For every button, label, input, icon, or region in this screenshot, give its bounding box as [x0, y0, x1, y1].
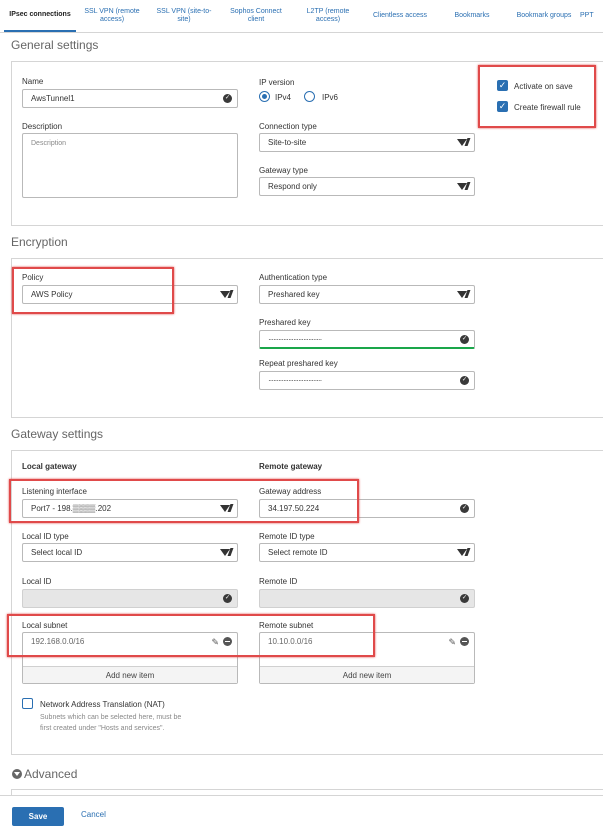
- name-field[interactable]: AwsTunnel1 ✓: [22, 89, 238, 108]
- add-new-item-button[interactable]: Add new item: [260, 666, 474, 683]
- general-settings-title: General settings: [11, 38, 99, 52]
- tab-bookmarks[interactable]: Bookmarks: [436, 0, 508, 32]
- check-icon: ✓: [460, 594, 469, 603]
- ipv6-label: IPv6: [322, 93, 339, 102]
- connection-type-label: Connection type: [259, 122, 317, 131]
- local-id-field[interactable]: ✓: [22, 589, 238, 608]
- auth-type-label: Authentication type: [259, 273, 328, 282]
- remote-id-type-select[interactable]: Select remote ID: [259, 543, 475, 562]
- nat-help-text: Subnets which can be selected here, must…: [40, 714, 182, 732]
- save-button[interactable]: Save: [12, 807, 64, 826]
- local-id-type-value: Select local ID: [31, 548, 83, 557]
- encryption-title: Encryption: [11, 235, 68, 249]
- psk-label: Preshared key: [259, 318, 311, 327]
- tab-ssl-vpn-site[interactable]: SSL VPN (site-to- site): [148, 0, 220, 32]
- ip-version-label: IP version: [259, 78, 295, 87]
- dropdown-icon: [457, 182, 469, 191]
- psk-field[interactable]: ································ ✓: [259, 330, 475, 349]
- tab-bar: IPsec connections SSL VPN (remote access…: [0, 0, 603, 33]
- tab-sophos-connect[interactable]: Sophos Connect client: [220, 0, 292, 32]
- local-id-type-label: Local ID type: [22, 532, 69, 541]
- gateway-type-value: Respond only: [268, 182, 317, 191]
- dropdown-icon: [457, 138, 469, 147]
- highlight-box-interface-address: [9, 479, 359, 523]
- tab-ipsec-connections[interactable]: IPsec connections: [4, 0, 76, 32]
- ipv4-radio[interactable]: [259, 91, 270, 102]
- tab-l2tp[interactable]: L2TP (remote access): [292, 0, 364, 32]
- highlight-box-policy: [12, 267, 174, 314]
- tab-bookmark-groups[interactable]: Bookmark groups: [508, 0, 580, 32]
- repeat-psk-label: Repeat preshared key: [259, 359, 338, 368]
- nat-label: Network Address Translation (NAT): [40, 700, 165, 709]
- repeat-psk-field[interactable]: ································ ✓: [259, 371, 475, 390]
- psk-value: ································: [268, 334, 322, 344]
- remove-icon[interactable]: [460, 637, 469, 646]
- gateway-type-label: Gateway type: [259, 166, 308, 175]
- connection-type-value: Site-to-site: [268, 138, 307, 147]
- local-gateway-heading: Local gateway: [22, 462, 77, 471]
- nat-checkbox[interactable]: [22, 698, 33, 709]
- description-field[interactable]: Description: [22, 133, 238, 198]
- local-id-type-select[interactable]: Select local ID: [22, 543, 238, 562]
- auth-type-select[interactable]: Preshared key: [259, 285, 475, 304]
- chevron-down-icon[interactable]: [12, 769, 22, 779]
- repeat-psk-value: ································: [268, 376, 322, 385]
- check-icon: ✓: [223, 594, 232, 603]
- remote-id-type-value: Select remote ID: [268, 548, 328, 557]
- cancel-button[interactable]: Cancel: [81, 810, 106, 819]
- name-label: Name: [22, 77, 44, 86]
- auth-type-value: Preshared key: [268, 290, 320, 299]
- remote-id-type-label: Remote ID type: [259, 532, 315, 541]
- remote-id-field[interactable]: ✓: [259, 589, 475, 608]
- dropdown-icon: [457, 290, 469, 299]
- gateway-settings-title: Gateway settings: [11, 427, 104, 441]
- dropdown-icon: [457, 548, 469, 557]
- ipv4-label: IPv4: [275, 93, 292, 102]
- check-icon: ✓: [460, 335, 469, 344]
- check-icon: ✓: [460, 504, 469, 513]
- connection-type-select[interactable]: Site-to-site: [259, 133, 475, 152]
- gateway-type-select[interactable]: Respond only: [259, 177, 475, 196]
- local-id-label: Local ID: [22, 577, 52, 586]
- footer-bar: Save Cancel: [0, 795, 603, 834]
- tab-clientless-access[interactable]: Clientless access: [364, 0, 436, 32]
- add-new-item-button[interactable]: Add new item: [23, 666, 237, 683]
- edit-pencil-icon[interactable]: ✎: [448, 637, 456, 648]
- highlight-box-subnets: [7, 614, 375, 657]
- remote-id-label: Remote ID: [259, 577, 298, 586]
- check-icon: ✓: [223, 94, 232, 103]
- tab-pptp[interactable]: PPT: [580, 0, 603, 32]
- remote-gateway-heading: Remote gateway: [259, 462, 323, 471]
- name-value: AwsTunnel1: [31, 94, 75, 103]
- dropdown-icon: [220, 548, 232, 557]
- ipv6-radio[interactable]: [304, 91, 315, 102]
- tab-ssl-vpn-remote[interactable]: SSL VPN (remote access): [76, 0, 148, 32]
- highlight-box-checkboxes: [478, 65, 596, 128]
- check-icon: ✓: [460, 376, 469, 385]
- dropdown-icon: [220, 290, 232, 299]
- description-label: Description: [22, 122, 63, 131]
- advanced-title[interactable]: Advanced: [24, 767, 77, 781]
